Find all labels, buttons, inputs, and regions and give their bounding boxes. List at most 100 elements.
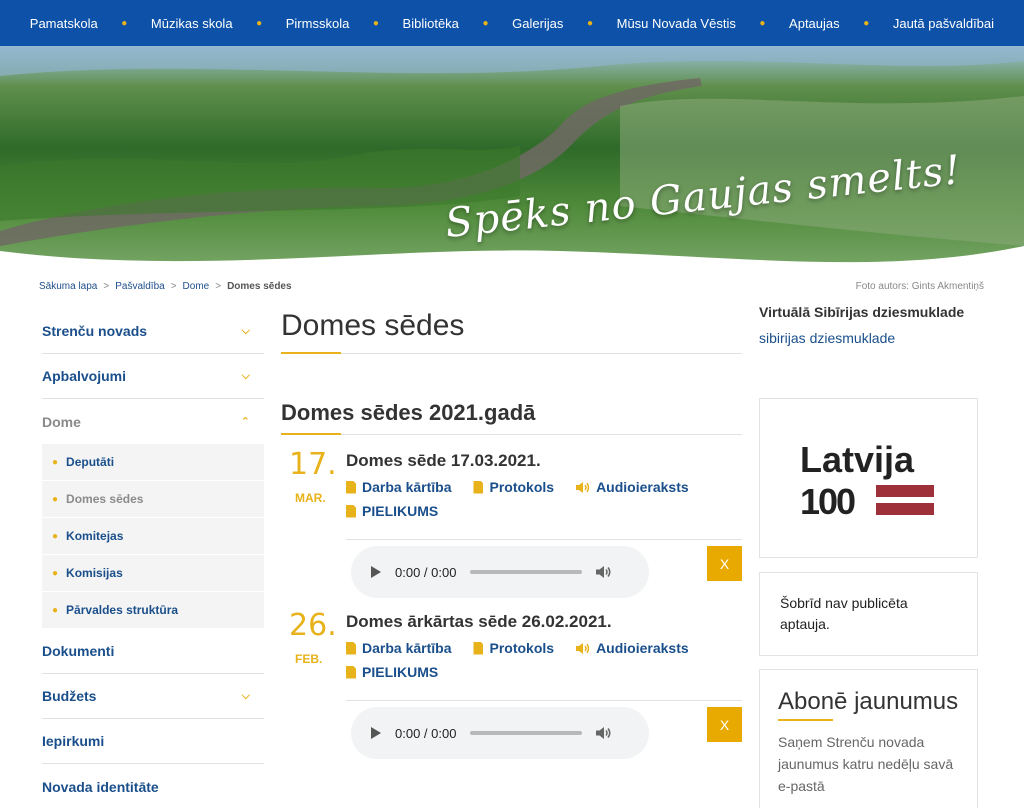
submenu-item-label: Pārvaldes struktūra: [66, 603, 179, 617]
sidebar-item-dokumenti[interactable]: Dokumenti: [42, 629, 264, 674]
link-label: Darba kārtība: [362, 479, 452, 495]
sidebar-item-dome[interactable]: Dome ⌃: [42, 399, 264, 444]
sidebar-item-iepirkumi[interactable]: Iepirkumi: [42, 719, 264, 764]
logo-number: 100: [800, 481, 856, 522]
entry-title: Domes sēde 17.03.2021.: [346, 451, 541, 470]
entry-day: 17.: [289, 447, 337, 482]
submenu-item-komisijas[interactable]: ● Komisijas: [42, 555, 264, 592]
poll-widget: Šobrīd nav publicēta aptauja.: [759, 572, 978, 656]
audio-player: 0:00 / 0:00: [351, 707, 649, 759]
close-player-button[interactable]: X: [707, 707, 742, 742]
sidebar-item-apbalvojumi[interactable]: Apbalvojumi ⌵: [42, 354, 264, 399]
latvija-100-logo[interactable]: Latvija 100: [759, 398, 978, 558]
audioieraksts-link[interactable]: Audioieraksts: [576, 640, 689, 656]
bullet-icon: ●: [52, 530, 59, 542]
nav-separator-dot: ●: [759, 17, 766, 29]
submenu-item-komitejas[interactable]: ● Komitejas: [42, 518, 264, 555]
subscribe-text: Saņem Strenču novada jaunumus katru nedē…: [778, 734, 954, 794]
entry-title: Domes ārkārtas sēde 26.02.2021.: [346, 612, 612, 631]
latvian-flag-icon: [876, 485, 934, 515]
audio-time: 0:00 / 0:00: [395, 564, 457, 580]
nav-item-pirmsskola[interactable]: Pirmsskola: [286, 16, 350, 31]
sidebar-item-label: Iepirkumi: [42, 733, 105, 749]
breadcrumb-separator: >: [103, 281, 110, 292]
link-label: PIELIKUMS: [362, 664, 439, 680]
submenu-item-label: Deputāti: [66, 455, 115, 469]
entry-links: Darba kārtība Protokols Audioieraksts PI…: [346, 479, 726, 519]
poll-text: Šobrīd nav publicēta aptauja.: [780, 595, 908, 632]
link-label: Protokols: [489, 479, 555, 495]
submenu-item-deputati[interactable]: ● Deputāti: [42, 444, 264, 481]
chevron-down-icon[interactable]: ⌵: [242, 325, 250, 338]
sidebar-item-label: Novada identitāte: [42, 778, 159, 795]
nav-item-aptaujas[interactable]: Aptaujas: [789, 16, 840, 31]
volume-icon[interactable]: [596, 726, 612, 740]
nav-item-biblioteka[interactable]: Bibliotēka: [403, 16, 459, 31]
audio-player-row: 0:00 / 0:00 X: [346, 540, 742, 602]
close-player-button[interactable]: X: [707, 546, 742, 581]
entry-month: MAR.: [295, 491, 326, 505]
bullet-icon: ●: [52, 604, 59, 616]
dziesmuklade-link[interactable]: sibirijas dziesmuklade: [759, 330, 978, 346]
sidebar-item-strencu-novads[interactable]: Strenču novads ⌵: [42, 309, 264, 354]
link-label: Audioieraksts: [596, 479, 689, 495]
sidebar-item-label: Strenču novads: [42, 323, 148, 339]
title-divider: [281, 352, 742, 354]
subscribe-title: Abonē jaunumus: [778, 688, 959, 721]
top-nav: Pamatskola ● Mūzikas skola ● Pirmsskola …: [0, 0, 1024, 46]
section-divider: [281, 433, 742, 435]
submenu-item-label: Komisijas: [66, 566, 123, 580]
nav-separator-dot: ●: [121, 17, 128, 29]
chevron-down-icon[interactable]: ⌵: [242, 370, 250, 383]
nav-separator-dot: ●: [863, 17, 870, 29]
chevron-down-icon[interactable]: ⌵: [242, 690, 250, 703]
document-icon: [346, 641, 356, 655]
protokols-link[interactable]: Protokols: [473, 640, 554, 656]
sidebar-menu: Strenču novads ⌵ Apbalvojumi ⌵ Dome ⌃ ● …: [42, 309, 264, 808]
nav-separator-dot: ●: [586, 17, 594, 29]
audio-time: 0:00 / 0:00: [395, 725, 457, 741]
breadcrumb-separator: >: [215, 281, 222, 292]
nav-item-galerijas[interactable]: Galerijas: [512, 16, 563, 31]
document-icon: [346, 480, 356, 494]
audioieraksts-link[interactable]: Audioieraksts: [576, 479, 689, 495]
volume-icon[interactable]: [596, 565, 612, 579]
breadcrumb: Sākuma lapa > Pašvaldība > Dome > Domes …: [39, 281, 292, 292]
link-label: Protokols: [489, 640, 555, 656]
nav-item-novada-vestis[interactable]: Mūsu Novada Vēstis: [617, 16, 736, 31]
play-icon[interactable]: [371, 566, 381, 578]
breadcrumb-pasvaldiba-link[interactable]: Pašvaldība: [115, 281, 164, 292]
submenu-item-parvaldes-struktura[interactable]: ● Pārvaldes struktūra: [42, 592, 264, 629]
darba-kartiba-link[interactable]: Darba kārtība: [346, 640, 451, 656]
link-label: Audioieraksts: [596, 640, 689, 656]
audio-progress-bar[interactable]: [470, 570, 583, 574]
sidebar-item-budzets[interactable]: Budžets ⌵: [42, 674, 264, 719]
logo-word: Latvija: [800, 439, 915, 480]
chevron-up-icon[interactable]: ⌃: [241, 415, 250, 428]
sidebar-item-novada-identitate[interactable]: Novada identitāte: [42, 764, 264, 808]
audio-progress-bar[interactable]: [470, 731, 583, 735]
submenu-item-label: Komitejas: [66, 529, 124, 543]
nav-item-muzikas-skola[interactable]: Mūzikas skola: [151, 16, 233, 31]
play-icon[interactable]: [371, 727, 381, 739]
sidebar-item-label: Apbalvojumi: [42, 368, 127, 384]
widget-heading: Virtuālā Sibīrijas dziesmuklade: [759, 304, 965, 320]
submenu-item-domes-sedes[interactable]: ● Domes sēdes: [42, 481, 264, 518]
nav-item-jauta-pasvaldibai[interactable]: Jautā pašvaldībai: [893, 16, 994, 31]
nav-item-pamatskola[interactable]: Pamatskola: [30, 16, 98, 31]
bullet-icon: ●: [52, 567, 59, 579]
sidebar-item-label: Dome: [42, 413, 81, 430]
pielikums-link[interactable]: PIELIKUMS: [346, 664, 438, 680]
breadcrumb-home-link[interactable]: Sākuma lapa: [39, 281, 97, 292]
pielikums-link[interactable]: PIELIKUMS: [346, 503, 438, 519]
sidebar-submenu-dome: ● Deputāti ● Domes sēdes ● Komitejas ● K…: [42, 444, 264, 629]
breadcrumb-dome-link[interactable]: Dome: [183, 281, 210, 292]
protokols-link[interactable]: Protokols: [473, 479, 554, 495]
entry-month: FEB.: [295, 652, 323, 666]
breadcrumb-current: Domes sēdes: [227, 281, 292, 292]
hero-banner: Spēks no Gaujas smelts!: [0, 46, 1024, 274]
sidebar-item-label: Dokumenti: [42, 643, 115, 659]
nav-separator-dot: ●: [372, 17, 379, 29]
darba-kartiba-link[interactable]: Darba kārtība: [346, 479, 451, 495]
meeting-entry: 17. MAR. Domes sēde 17.03.2021. Darba kā…: [281, 447, 742, 602]
